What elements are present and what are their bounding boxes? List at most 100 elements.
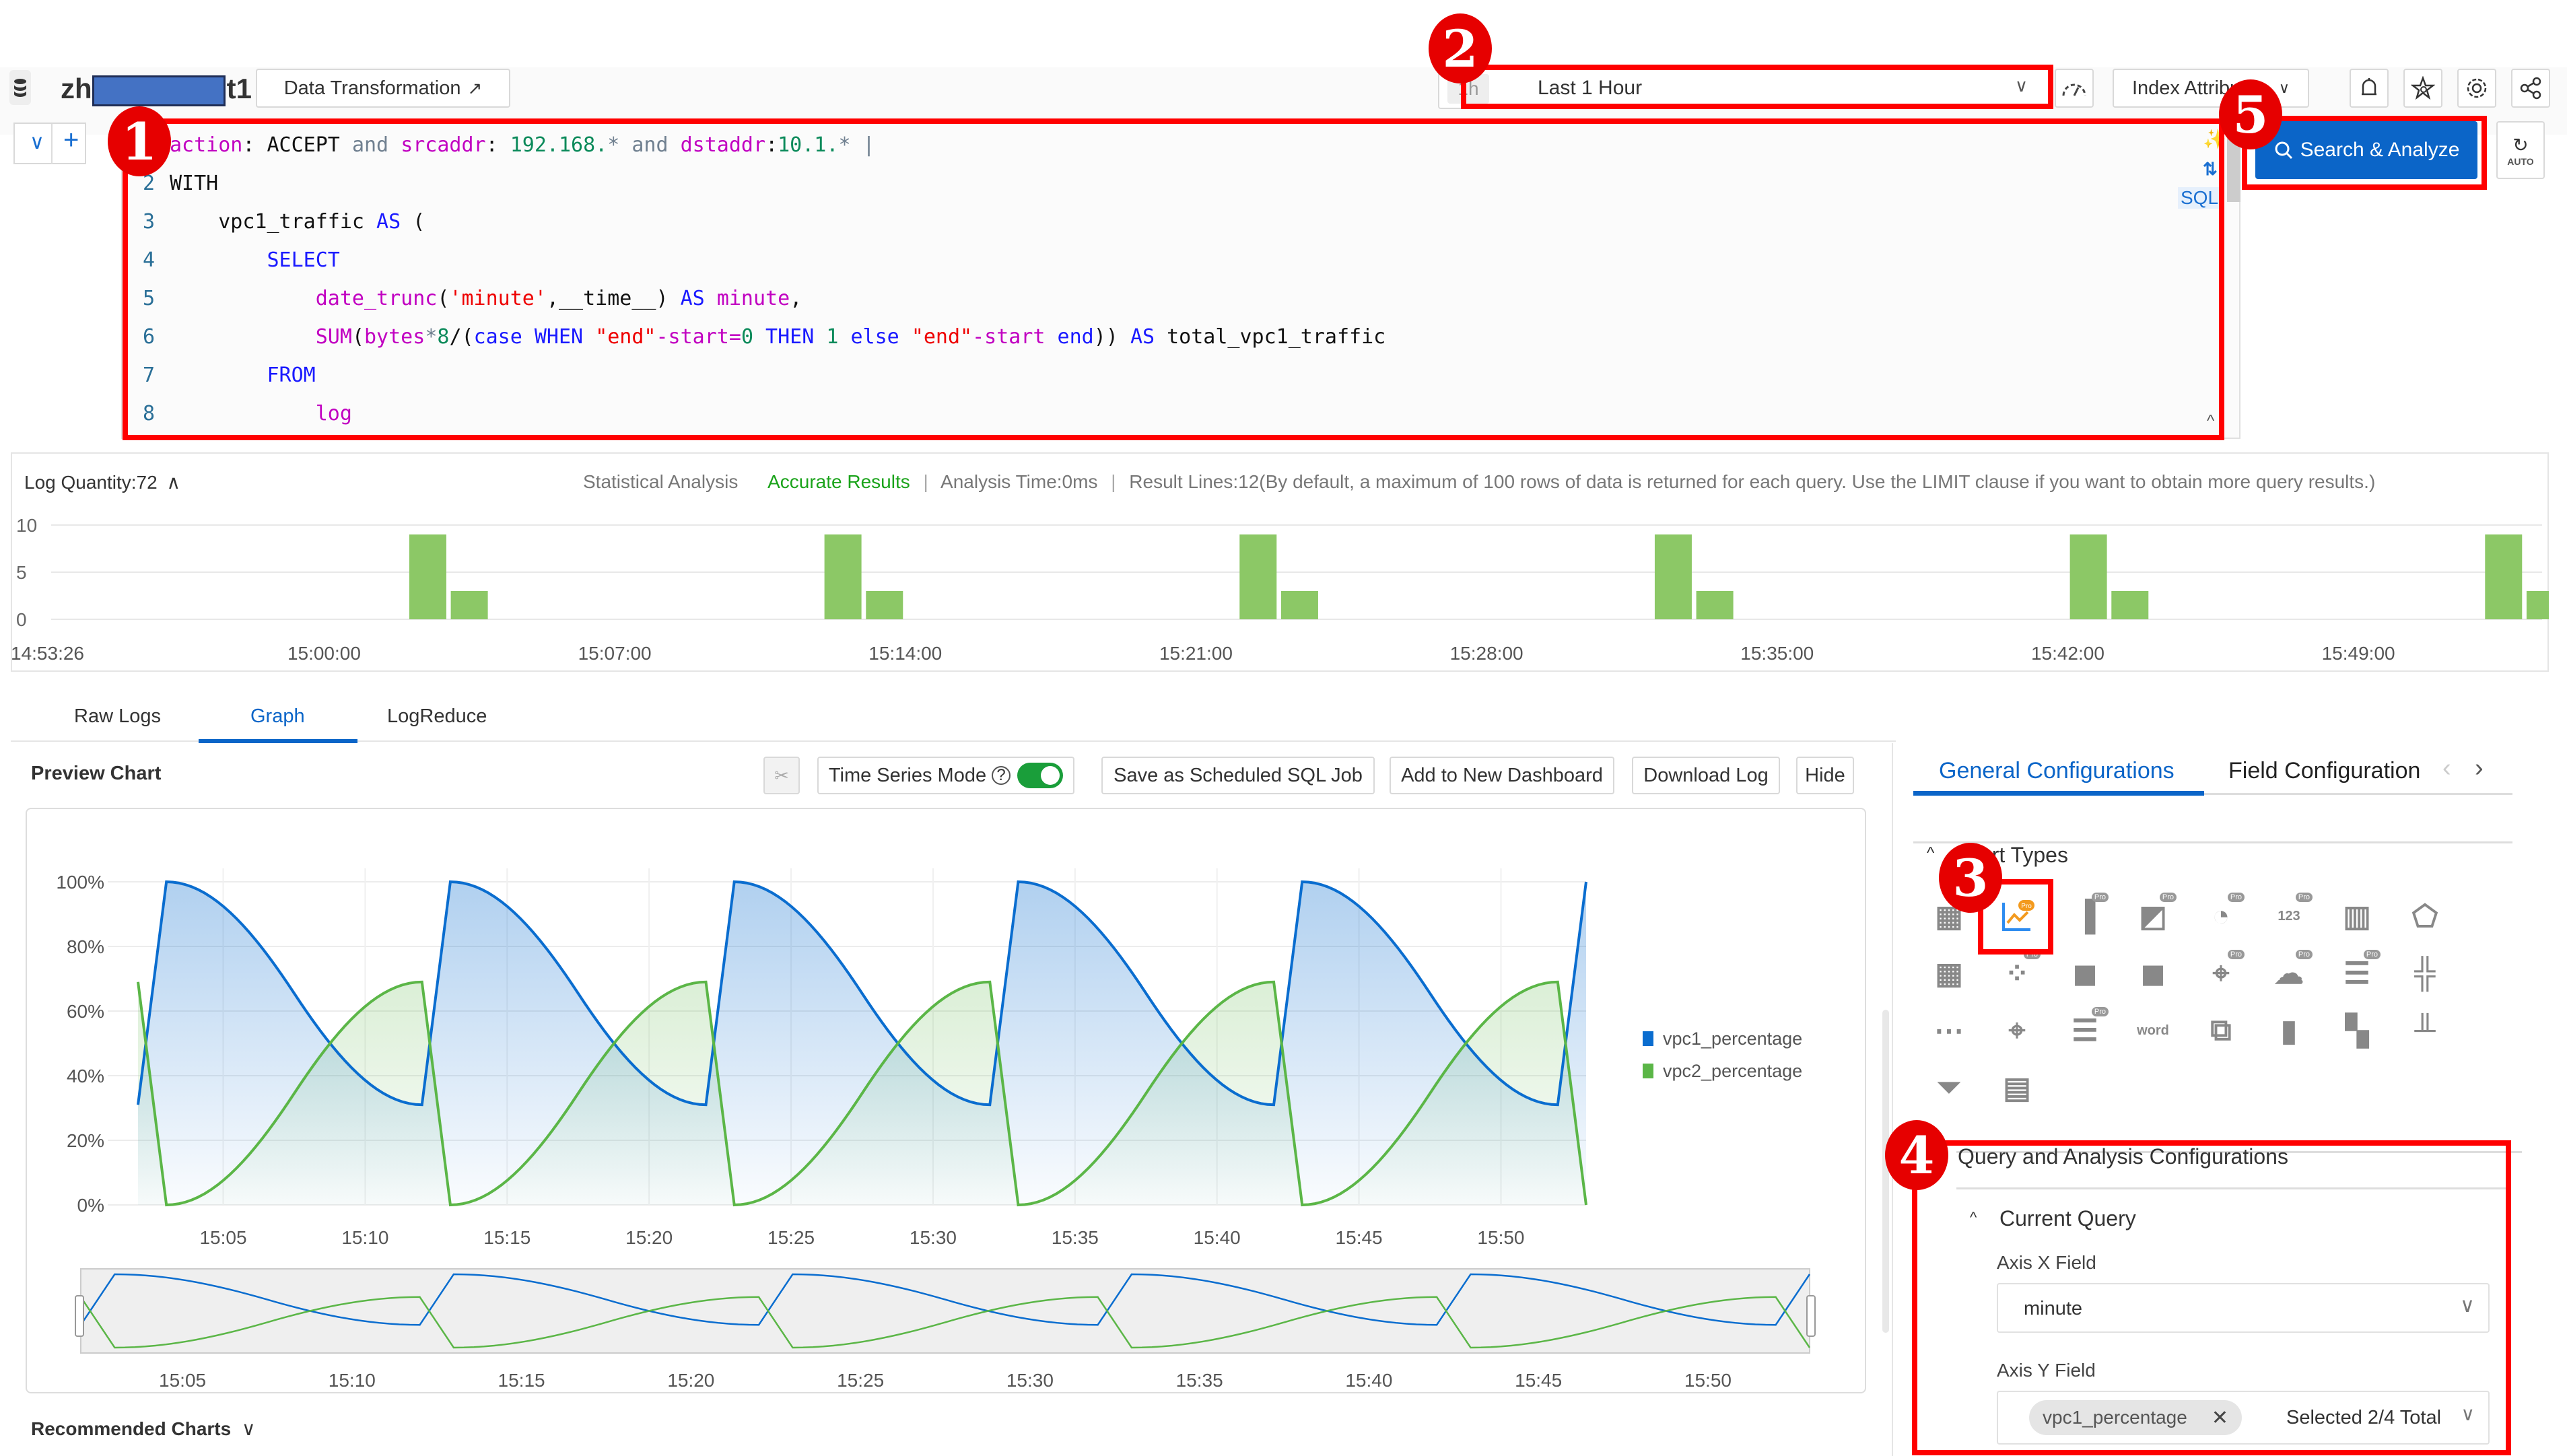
chart-type-topology-icon[interactable]: ⧉: [2201, 1011, 2240, 1050]
overview-tick-label: 15:50: [1684, 1370, 1732, 1387]
y-tick-label: 10: [16, 515, 37, 536]
analysis-time: Analysis Time:0ms: [940, 471, 1098, 492]
chart-type-histogram-bar-icon[interactable]: ╨: [2405, 1011, 2444, 1050]
overview-tick-label: 15:35: [1176, 1370, 1223, 1387]
legend-label: vpc1_percentage: [1663, 1029, 1802, 1049]
auto-refresh-button[interactable]: ↻ AUTO: [2496, 121, 2545, 179]
external-link-icon: ↗: [467, 77, 483, 98]
data-transformation-button[interactable]: Data Transformation ↗: [256, 69, 510, 108]
add-to-dashboard-button[interactable]: Add to New Dashboard: [1390, 757, 1614, 794]
slider-handle-left[interactable]: [75, 1295, 84, 1337]
x-tick-label: 15:20: [625, 1227, 673, 1248]
x-tick-label: 15:35:00: [1740, 643, 1814, 664]
x-tick-label: 15:28:00: [1450, 643, 1524, 664]
chevron-down-icon: ∨: [241, 1418, 256, 1439]
time-series-switch[interactable]: [1017, 763, 1064, 788]
x-tick-label: 15:00:00: [287, 643, 361, 664]
brush-clear-icon[interactable]: ✂: [763, 757, 800, 794]
tab-prev-icon[interactable]: ‹: [2442, 754, 2451, 783]
annotation-badge-3: 3: [1939, 843, 2002, 913]
chart-type-bar-pro-icon[interactable]: ▐ Pro: [2065, 893, 2109, 936]
chart-type-scatter-pro-icon[interactable]: ⁘ Pro: [1997, 950, 2041, 993]
chart-type-sankey-timeline-icon[interactable]: ⋯: [1929, 1011, 1969, 1050]
chart-type-amap-pro-icon[interactable]: ☁ Pro: [2269, 950, 2313, 993]
annotation-box-4: [1912, 1140, 2511, 1455]
hide-button[interactable]: Hide: [1796, 757, 1854, 794]
y-tick-label: 80%: [67, 936, 104, 957]
log-histogram-chart[interactable]: 0 5 10 14:53:26 15:00:00 15:07:00 15:14:00 15:2…: [11, 512, 2549, 673]
histogram-bar: [1696, 591, 1734, 619]
download-log-button[interactable]: Download Log: [1632, 757, 1780, 794]
alert-bell-icon[interactable]: [2350, 69, 2389, 108]
tab-raw-logs[interactable]: Raw Logs: [74, 705, 161, 728]
chart-type-funnel-icon[interactable]: ⏷: [1929, 1068, 1969, 1107]
legend-swatch: [1643, 1031, 1653, 1046]
chart-type-histogram-icon[interactable]: ▥: [2337, 897, 2376, 936]
tab-general-configurations[interactable]: General Configurations: [1939, 758, 2175, 784]
chart-type-candlestick-icon[interactable]: ╬: [2405, 954, 2444, 993]
chart-type-single-value-pro-icon[interactable]: 123 Pro: [2269, 893, 2313, 936]
saved-search-star-icon[interactable]: [2403, 69, 2442, 108]
refresh-icon: ↻: [2512, 134, 2529, 155]
log-quantity-toggle[interactable]: Log Quantity:72 ∧: [24, 471, 180, 493]
chart-type-location-map-icon[interactable]: ⌖: [1997, 1011, 2037, 1050]
add-query-icon[interactable]: +: [63, 125, 79, 155]
y-tick-label: 0%: [77, 1195, 104, 1216]
settings-gear-icon[interactable]: [2457, 69, 2496, 108]
x-tick-label: 15:35: [1052, 1227, 1099, 1248]
overview-tick-label: 15:45: [1515, 1370, 1562, 1387]
x-tick-label: 15:05: [199, 1227, 246, 1248]
histogram-bar: [2111, 591, 2149, 619]
x-tick-label: 15:50: [1477, 1227, 1524, 1248]
chart-type-table-icon[interactable]: ▦: [1929, 954, 1969, 993]
overview-tick-label: 15:30: [1006, 1370, 1054, 1387]
chart-type-area-pro-icon[interactable]: ◩ Pro: [2133, 893, 2177, 936]
chart-type-treemap-icon[interactable]: ▚: [2337, 1011, 2376, 1050]
overview-tick-label: 15:05: [159, 1370, 206, 1387]
collapse-chevron-icon[interactable]: ∨: [30, 131, 44, 154]
histogram-bar: [866, 591, 903, 619]
chevron-up-icon[interactable]: ^: [1927, 844, 1934, 863]
recommended-charts-toggle[interactable]: Recommended Charts ∨: [31, 1418, 255, 1440]
chart-type-world-map-icon[interactable]: ◼: [2133, 954, 2172, 993]
chart-type-map-pro-icon[interactable]: ⌖ Pro: [2201, 950, 2245, 993]
chart-type-flow-pro-icon[interactable]: ☰ Pro: [2337, 950, 2381, 993]
y-tick-label: 0: [16, 609, 27, 630]
tab-field-configuration[interactable]: Field Configuration: [2228, 758, 2424, 784]
editor-controls: ∨ +: [13, 123, 86, 164]
chart-type-china-map-icon[interactable]: ◼: [2065, 954, 2104, 993]
chart-type-word-cloud-icon[interactable]: word: [2133, 1011, 2172, 1050]
histogram-bar: [824, 534, 862, 619]
annotation-badge-4: 4: [1885, 1120, 1948, 1190]
x-tick-label: 15:40: [1194, 1227, 1241, 1248]
histogram-bar: [1280, 591, 1318, 619]
annotation-box-1: [123, 118, 2224, 440]
chart-type-column-icon[interactable]: ▮: [2269, 1011, 2308, 1050]
chevron-down-icon: ∨: [2278, 79, 2290, 96]
chart-type-cross-table-icon[interactable]: ▤: [1997, 1068, 2037, 1107]
time-series-mode-toggle[interactable]: Time Series Mode ?: [817, 757, 1074, 794]
percentage-area-chart[interactable]: 0% 20% 40% 60% 80% 100% 15:05 15:10 15:15 15:20 15…: [27, 835, 1872, 1387]
statistical-analysis-label[interactable]: Statistical Analysis: [583, 471, 738, 492]
tab-graph[interactable]: Graph: [250, 705, 305, 728]
x-tick-label: 15:10: [341, 1227, 388, 1248]
tab-logreduce[interactable]: LogReduce: [387, 705, 487, 728]
slider-handle-right[interactable]: [1806, 1295, 1816, 1337]
x-tick-label: 15:42:00: [2031, 643, 2104, 664]
x-tick-label: 15:14:00: [868, 643, 942, 664]
chart-type-radar-icon[interactable]: ⬠: [2405, 897, 2444, 936]
histogram-bar: [2526, 591, 2549, 619]
analysis-status: Statistical Analysis Accurate Results | …: [583, 471, 2376, 492]
tab-next-icon[interactable]: ›: [2475, 754, 2484, 783]
active-config-tab-indicator: [1913, 791, 2204, 796]
save-scheduled-sql-button[interactable]: Save as Scheduled SQL Job: [1101, 757, 1375, 794]
chart-type-pie-pro-icon[interactable]: ◔ Pro: [2201, 893, 2245, 936]
preview-chart-title: Preview Chart: [31, 763, 162, 784]
annotation-box-2: [1461, 65, 2053, 109]
gauge-icon[interactable]: [2055, 69, 2094, 108]
share-icon[interactable]: [2511, 69, 2550, 108]
legend-swatch: [1643, 1064, 1653, 1078]
y-tick-label: 5: [16, 562, 27, 583]
chart-type-bar-list-pro-icon[interactable]: ☰ Pro: [2065, 1007, 2109, 1050]
annotation-badge-2: 2: [1429, 13, 1492, 83]
